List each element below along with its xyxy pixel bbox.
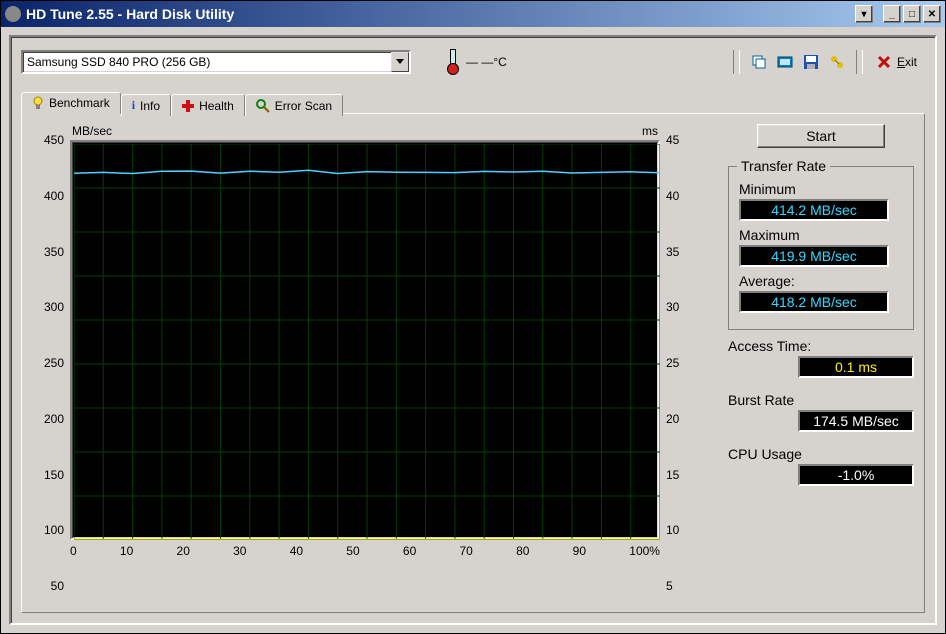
save-icon[interactable] (798, 50, 824, 74)
tab-health[interactable]: Health (171, 94, 245, 116)
separator (856, 50, 863, 74)
exit-label: Exit (897, 55, 917, 69)
y-axis-left: 45040035030025020015010050 (32, 124, 70, 602)
tab-label: Health (199, 99, 234, 113)
burst-rate-label: Burst Rate (728, 392, 914, 408)
tab-benchmark[interactable]: Benchmark (21, 92, 121, 114)
min-value: 414.2 MB/sec (739, 199, 889, 221)
window-title: HD Tune 2.55 - Hard Disk Utility (26, 6, 853, 22)
start-button[interactable]: Start (757, 124, 885, 148)
max-label: Maximum (739, 227, 903, 243)
drive-select-value: Samsung SSD 840 PRO (256 GB) (27, 55, 210, 69)
dropdown-window-button[interactable]: ▾ (855, 5, 873, 23)
tab-label: Benchmark (49, 96, 110, 110)
minimize-button[interactable]: _ (883, 5, 901, 23)
tab-strip: Benchmark i Info Health Error Scan (21, 91, 925, 113)
plus-icon (182, 100, 194, 112)
access-time-block: Access Time: 0.1 ms (728, 338, 914, 384)
burst-rate-value: 174.5 MB/sec (798, 410, 914, 432)
cpu-usage-value: -1.0% (798, 464, 914, 486)
chart-area: 45040035030025020015010050 MB/sec ms 010… (32, 124, 700, 602)
y-axis-right: 45403530252015105 (660, 124, 700, 602)
copy-icon[interactable] (746, 50, 772, 74)
top-toolbar: Samsung SSD 840 PRO (256 GB) — —°C Exit (21, 47, 925, 77)
separator (733, 50, 740, 74)
tab-info[interactable]: i Info (121, 94, 171, 116)
options-icon[interactable] (824, 50, 850, 74)
tab-label: Info (140, 99, 160, 113)
tab-content: 45040035030025020015010050 MB/sec ms 010… (21, 113, 925, 613)
benchmark-chart (70, 140, 660, 540)
thermometer-icon (446, 49, 458, 75)
magnifier-icon (256, 99, 270, 113)
y-label-right: ms (642, 124, 658, 138)
drive-select[interactable]: Samsung SSD 840 PRO (256 GB) (21, 50, 411, 74)
avg-value: 418.2 MB/sec (739, 291, 889, 313)
avg-label: Average: (739, 273, 903, 289)
app-window: HD Tune 2.55 - Hard Disk Utility ▾ _ □ ✕… (0, 0, 946, 634)
tab-error-scan[interactable]: Error Scan (245, 94, 343, 116)
info-icon: i (132, 98, 135, 113)
access-time-value: 0.1 ms (798, 356, 914, 378)
lightbulb-icon (32, 96, 44, 110)
titlebar: HD Tune 2.55 - Hard Disk Utility ▾ _ □ ✕ (1, 1, 945, 27)
toolbar-icons: Exit (727, 50, 925, 74)
y-label-left: MB/sec (72, 124, 112, 138)
temperature-value: — —°C (466, 55, 507, 69)
close-icon (877, 55, 891, 69)
cpu-usage-block: CPU Usage -1.0% (728, 446, 914, 492)
maximize-button[interactable]: □ (903, 5, 921, 23)
x-axis: 0102030405060708090100 (70, 544, 660, 558)
access-time-label: Access Time: (728, 338, 914, 354)
main-panel: Samsung SSD 840 PRO (256 GB) — —°C Exit (9, 35, 937, 625)
app-icon (5, 6, 21, 22)
screenshot-icon[interactable] (772, 50, 798, 74)
tab-label: Error Scan (275, 99, 332, 113)
chevron-down-icon (391, 52, 409, 72)
max-value: 419.9 MB/sec (739, 245, 889, 267)
close-button[interactable]: ✕ (923, 5, 941, 23)
temperature-readout: — —°C (446, 49, 507, 75)
burst-rate-block: Burst Rate 174.5 MB/sec (728, 392, 914, 438)
transfer-rate-group: Minimum 414.2 MB/sec Maximum 419.9 MB/se… (728, 166, 914, 330)
exit-button[interactable]: Exit (869, 55, 925, 69)
min-label: Minimum (739, 181, 903, 197)
stats-pane: Start Minimum 414.2 MB/sec Maximum 419.9… (728, 124, 914, 602)
cpu-usage-label: CPU Usage (728, 446, 914, 462)
